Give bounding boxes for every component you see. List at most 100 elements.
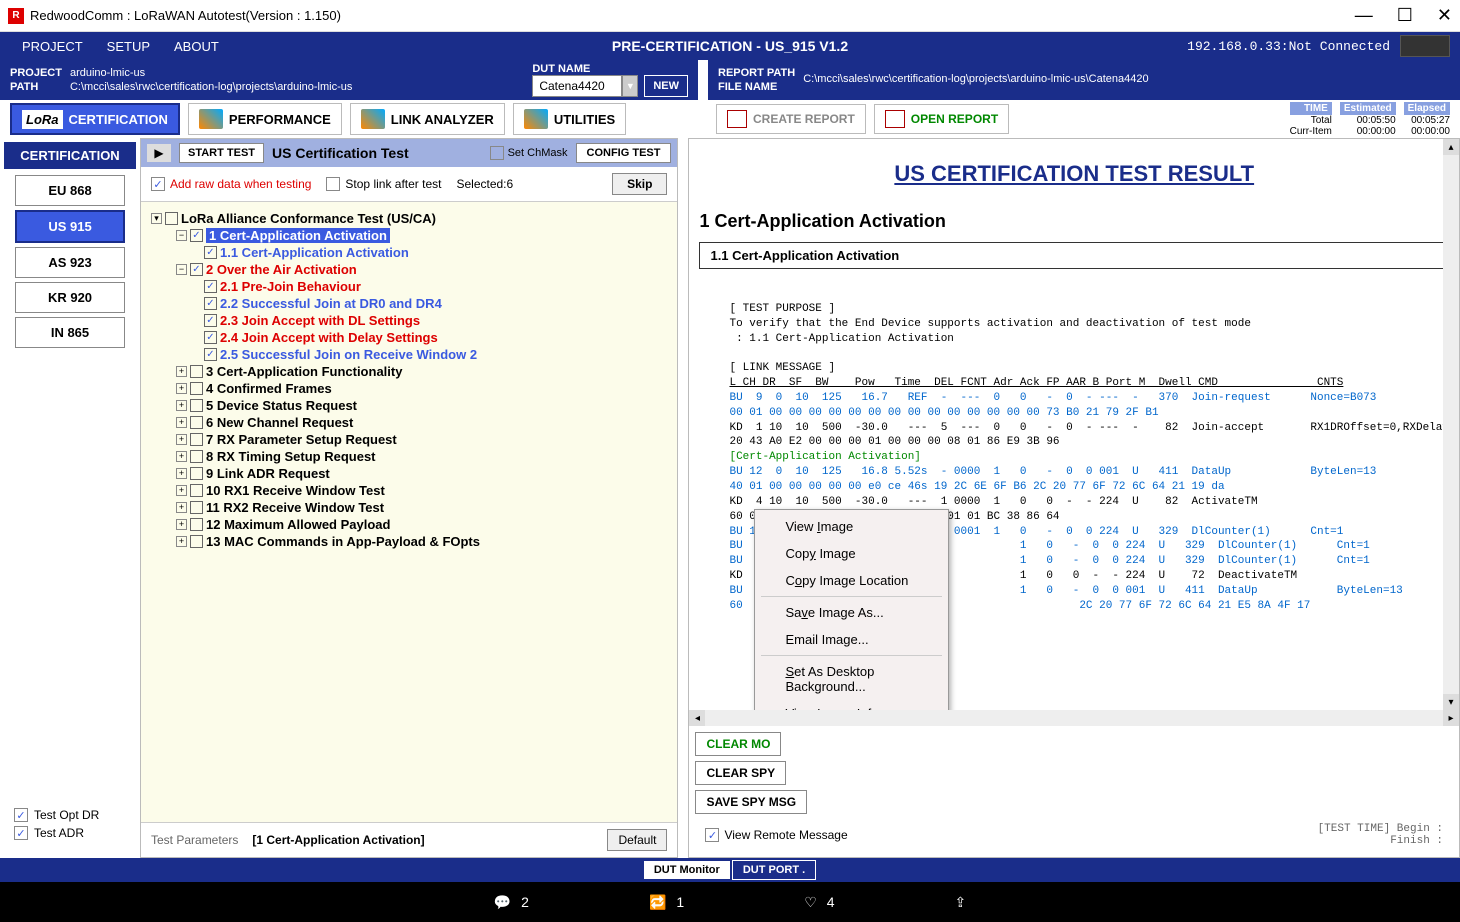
region-eu868[interactable]: EU 868	[15, 175, 125, 206]
tree-checkbox[interactable]	[190, 501, 203, 514]
region-us915[interactable]: US 915	[15, 210, 125, 243]
tab-performance[interactable]: PERFORMANCE	[188, 103, 342, 135]
play-icon[interactable]: ▶	[147, 144, 171, 162]
expand-icon[interactable]: +	[176, 536, 187, 547]
menu-project[interactable]: PROJECT	[10, 39, 95, 54]
scroll-left-icon[interactable]: ◂	[689, 710, 705, 726]
add-raw-data-checkbox[interactable]: ✓ Add raw data when testing	[151, 177, 311, 191]
tree-checkbox[interactable]	[190, 433, 203, 446]
tree-node-2-4[interactable]: 2.4 Join Accept with Delay Settings	[220, 330, 438, 345]
tree-node-13[interactable]: 13 MAC Commands in App-Payload & FOpts	[206, 534, 480, 549]
expand-icon[interactable]: +	[176, 485, 187, 496]
dut-monitor-tab[interactable]: DUT Monitor	[644, 861, 730, 879]
ctx-image-info[interactable]: View Image Info	[755, 700, 948, 710]
default-button[interactable]: Default	[607, 829, 667, 851]
tree-node-4[interactable]: 4 Confirmed Frames	[206, 381, 332, 396]
region-as923[interactable]: AS 923	[15, 247, 125, 278]
scroll-up-icon[interactable]: ▴	[1443, 139, 1459, 155]
tree-node-6[interactable]: 6 New Channel Request	[206, 415, 353, 430]
test-adr-checkbox[interactable]: ✓ Test ADR	[14, 826, 126, 840]
tree-node-8[interactable]: 8 RX Timing Setup Request	[206, 449, 376, 464]
tree-checkbox[interactable]	[190, 365, 203, 378]
save-spy-button[interactable]: SAVE SPY MSG	[695, 790, 807, 814]
new-dut-button[interactable]: NEW	[644, 75, 688, 97]
collapse-icon[interactable]: ▾	[151, 213, 162, 224]
expand-icon[interactable]: +	[176, 400, 187, 411]
expand-icon[interactable]: +	[176, 417, 187, 428]
tree-node-2-2[interactable]: 2.2 Successful Join at DR0 and DR4	[220, 296, 442, 311]
view-remote-checkbox[interactable]: ✓ View Remote Message	[705, 828, 847, 842]
tree-checkbox[interactable]	[190, 467, 203, 480]
tree-node-10[interactable]: 10 RX1 Receive Window Test	[206, 483, 385, 498]
expand-icon[interactable]: +	[176, 434, 187, 445]
tree-node-12[interactable]: 12 Maximum Allowed Payload	[206, 517, 390, 532]
clear-mo-button[interactable]: CLEAR MO	[695, 732, 781, 756]
tree-node-2-1[interactable]: 2.1 Pre-Join Behaviour	[220, 279, 361, 294]
tree-checkbox[interactable]	[190, 382, 203, 395]
tree-node-5[interactable]: 5 Device Status Request	[206, 398, 357, 413]
tree-checkbox[interactable]	[190, 399, 203, 412]
tree-checkbox[interactable]: ✓	[190, 263, 203, 276]
retweet-button[interactable]: 🔁 1	[649, 894, 684, 911]
tree-checkbox[interactable]: ✓	[204, 348, 217, 361]
expand-icon[interactable]: +	[176, 451, 187, 462]
tree-checkbox[interactable]	[190, 518, 203, 531]
scroll-down-icon[interactable]: ▾	[1443, 694, 1459, 710]
tree-checkbox[interactable]: ✓	[204, 331, 217, 344]
tree-node-11[interactable]: 11 RX2 Receive Window Test	[206, 500, 384, 515]
horizontal-scrollbar[interactable]: ◂ ▸	[689, 710, 1459, 726]
expand-icon[interactable]: +	[176, 519, 187, 530]
tree-checkbox[interactable]: ✓	[204, 280, 217, 293]
tree-node-1-1[interactable]: 1.1 Cert-Application Activation	[220, 245, 409, 260]
ctx-email-image[interactable]: Email Image...	[755, 626, 948, 653]
menu-about[interactable]: ABOUT	[162, 39, 231, 54]
ctx-copy-location[interactable]: Copy Image Location	[755, 567, 948, 594]
tree-checkbox[interactable]	[190, 484, 203, 497]
menu-setup[interactable]: SETUP	[95, 39, 162, 54]
tree-node-1[interactable]: 1 Cert-Application Activation	[206, 228, 390, 243]
region-in865[interactable]: IN 865	[15, 317, 125, 348]
share-button[interactable]: ⇪	[955, 894, 967, 911]
dut-port-tab[interactable]: DUT PORT .	[732, 860, 816, 880]
ctx-copy-image[interactable]: Copy Image	[755, 540, 948, 567]
vertical-scrollbar[interactable]: ▴ ▾	[1443, 139, 1459, 710]
tree-checkbox[interactable]	[165, 212, 178, 225]
open-report-button[interactable]: OPEN REPORT	[874, 104, 1009, 134]
dut-dropdown-icon[interactable]: ▼	[622, 75, 638, 97]
ctx-view-image[interactable]: View Image	[755, 513, 948, 540]
config-test-button[interactable]: CONFIG TEST	[576, 143, 672, 163]
collapse-icon[interactable]: −	[176, 264, 187, 275]
skip-button[interactable]: Skip	[612, 173, 667, 195]
tree-root[interactable]: LoRa Alliance Conformance Test (US/CA)	[181, 211, 436, 226]
reply-button[interactable]: 💬 2	[494, 894, 529, 911]
tree-node-2-5[interactable]: 2.5 Successful Join on Receive Window 2	[220, 347, 477, 362]
start-test-button[interactable]: START TEST	[179, 143, 264, 163]
tree-checkbox[interactable]	[190, 416, 203, 429]
scroll-right-icon[interactable]: ▸	[1443, 710, 1459, 726]
tree-checkbox[interactable]: ✓	[190, 229, 203, 242]
tree-node-7[interactable]: 7 RX Parameter Setup Request	[206, 432, 397, 447]
set-chmask-checkbox[interactable]: Set ChMask	[490, 146, 568, 160]
tree-checkbox[interactable]: ✓	[204, 297, 217, 310]
stop-link-checkbox[interactable]: Stop link after test	[326, 177, 441, 191]
maximize-icon[interactable]: ☐	[1397, 5, 1413, 26]
expand-icon[interactable]: +	[176, 468, 187, 479]
test-opt-dr-checkbox[interactable]: ✓ Test Opt DR	[14, 808, 126, 822]
tab-certification[interactable]: LoRa CERTIFICATION	[10, 103, 180, 135]
like-button[interactable]: ♡ 4	[804, 894, 834, 911]
create-report-button[interactable]: CREATE REPORT	[716, 104, 866, 134]
tab-utilities[interactable]: UTILITIES	[513, 103, 626, 135]
tree-checkbox[interactable]	[190, 450, 203, 463]
tree-checkbox[interactable]: ✓	[204, 246, 217, 259]
tree-node-9[interactable]: 9 Link ADR Request	[206, 466, 330, 481]
ctx-set-desktop[interactable]: Set As Desktop Background...	[755, 658, 948, 700]
close-icon[interactable]: ✕	[1437, 5, 1452, 26]
clear-spy-button[interactable]: CLEAR SPY	[695, 761, 786, 785]
tree-node-3[interactable]: 3 Cert-Application Functionality	[206, 364, 402, 379]
tab-link-analyzer[interactable]: LINK ANALYZER	[350, 103, 505, 135]
tree-node-2-3[interactable]: 2.3 Join Accept with DL Settings	[220, 313, 420, 328]
expand-icon[interactable]: +	[176, 383, 187, 394]
dut-name-input[interactable]	[532, 75, 622, 97]
expand-icon[interactable]: +	[176, 366, 187, 377]
region-kr920[interactable]: KR 920	[15, 282, 125, 313]
